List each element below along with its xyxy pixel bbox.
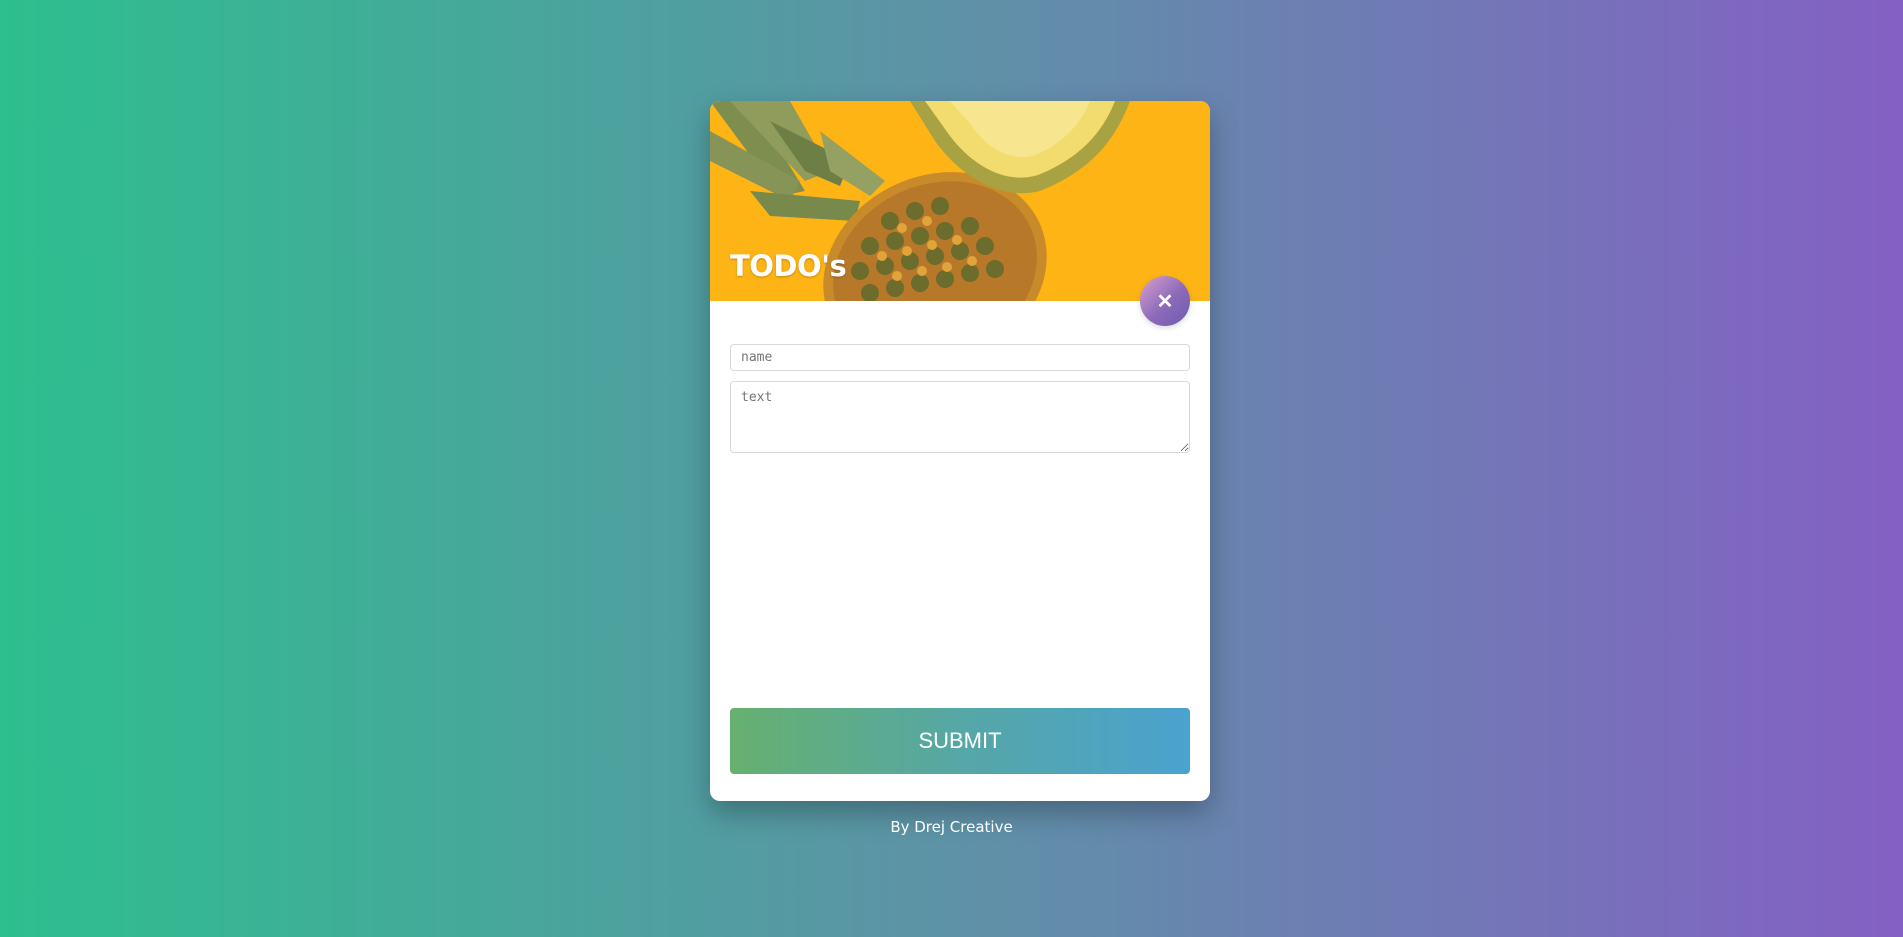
card-header: TODO's [710, 101, 1210, 301]
footer-credit: By Drej Creative [890, 818, 1013, 836]
submit-button[interactable]: SUBMIT [730, 708, 1190, 774]
todo-form [730, 344, 1190, 453]
close-icon: ✕ [1156, 290, 1174, 313]
close-button[interactable]: ✕ [1140, 276, 1190, 326]
page-title: TODO's [730, 249, 847, 283]
todo-card: TODO's ✕ SUBMIT [710, 101, 1210, 801]
text-input[interactable] [730, 381, 1190, 453]
name-input[interactable] [730, 344, 1190, 371]
